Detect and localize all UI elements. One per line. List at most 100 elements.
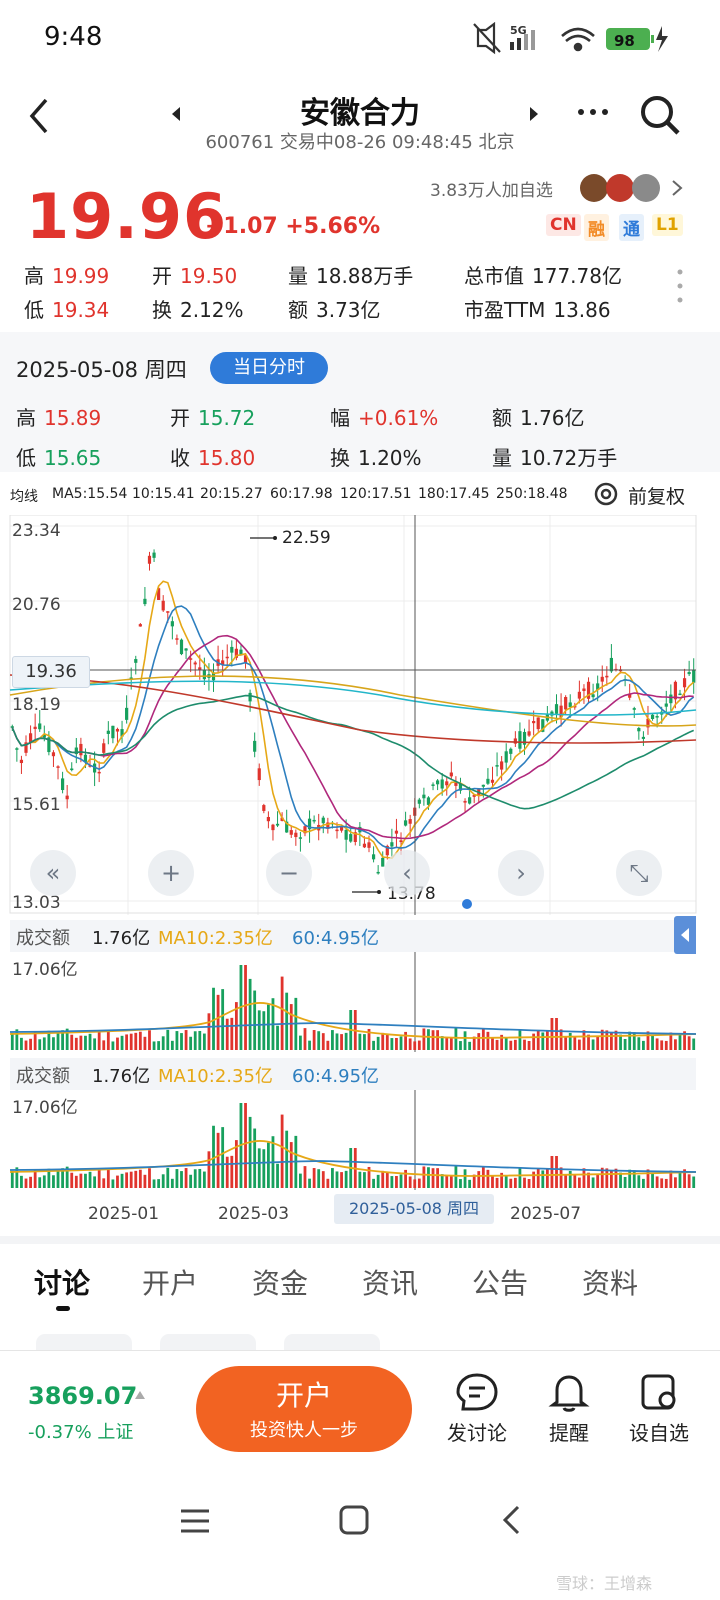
home-icon[interactable] (338, 1504, 370, 1536)
candle-body (275, 823, 280, 826)
avatar (632, 174, 660, 202)
chat-bubble-icon (456, 1373, 498, 1411)
y-tick-label: 18.19 (12, 695, 61, 715)
volume-bar (395, 1037, 398, 1050)
more-button[interactable] (576, 102, 610, 122)
candle-body (271, 824, 275, 831)
volume-bar (399, 1174, 403, 1188)
ma-legend-prefix: 均线 (10, 489, 38, 505)
volume-bar (111, 1179, 115, 1188)
volume-bar (509, 1178, 513, 1188)
collapse-indicator-button[interactable] (674, 916, 696, 954)
candle-body (564, 697, 568, 710)
index-value[interactable]: 3869.07 (28, 1382, 137, 1410)
zoom-out-button[interactable]: − (266, 850, 312, 896)
volume-bar (248, 1116, 252, 1188)
volume-bar (20, 1037, 23, 1050)
candle-body (152, 552, 156, 558)
tab-discussion[interactable]: 讨论 (34, 1262, 90, 1302)
adjust-label: 前复权 (628, 486, 686, 508)
badge-connect[interactable]: 通 (619, 214, 644, 241)
volume-chart-1[interactable] (0, 952, 720, 1052)
volume-bar (486, 1169, 490, 1188)
candle-body (468, 797, 472, 804)
fullscreen-button[interactable]: ⤡ (616, 850, 662, 896)
candle-body (554, 704, 559, 714)
post-discussion-button[interactable]: 发讨论 (432, 1372, 522, 1446)
volume-bar (79, 1173, 83, 1188)
intraday-button[interactable]: 当日分时 (210, 352, 328, 384)
expand-stats-button[interactable] (676, 268, 684, 304)
tab-profile[interactable]: 资料 (582, 1262, 638, 1302)
volume-bar (413, 1179, 417, 1188)
volume-bar (248, 978, 252, 1050)
candle-body (669, 694, 673, 704)
volume-bar (42, 1037, 46, 1050)
scroll-left-button[interactable]: « (30, 850, 76, 896)
volume-bar (417, 1040, 421, 1050)
volume-bar (417, 1178, 421, 1188)
remind-button[interactable]: 提醒 (524, 1372, 614, 1446)
candle-body (605, 675, 609, 678)
volume-bar (358, 1171, 362, 1188)
candle-body (637, 728, 641, 732)
menu-icon[interactable] (178, 1506, 212, 1536)
volume-bar (198, 1168, 202, 1188)
volume-bar (257, 1010, 261, 1050)
step-left-button[interactable]: ‹ (384, 850, 430, 896)
step-right-button[interactable]: › (498, 850, 544, 896)
volume-bar (642, 1040, 645, 1050)
follower-avatars[interactable] (578, 172, 662, 204)
candle-body (390, 842, 394, 847)
followers-chevron-icon[interactable] (670, 178, 684, 198)
volume-bar (513, 1177, 517, 1188)
volume-bar (175, 1169, 179, 1188)
add-watchlist-button[interactable]: 设自选 (614, 1372, 704, 1446)
candle-body (463, 801, 467, 803)
section-divider (0, 1236, 720, 1244)
volume-bar (180, 1171, 183, 1188)
volume-bar (79, 1035, 83, 1050)
zoom-in-button[interactable]: + (148, 850, 194, 896)
volume-bar (468, 1179, 472, 1188)
volume-bar (74, 1037, 78, 1050)
volume-bar (678, 1034, 682, 1050)
chevron-right-icon: › (516, 859, 526, 887)
badge-cn[interactable]: CN (546, 214, 581, 236)
volume-bar (253, 990, 257, 1050)
tab-funds[interactable]: 资金 (252, 1262, 308, 1302)
candle-body (664, 703, 668, 707)
candle-body (481, 784, 485, 787)
candle-body (495, 765, 499, 767)
tab-open-account[interactable]: 开户 (142, 1262, 198, 1302)
volume-bar (289, 1004, 293, 1050)
volume-bar (536, 1168, 540, 1188)
search-button[interactable] (638, 93, 682, 137)
tab-announcements[interactable]: 公告 (472, 1262, 528, 1302)
adjust-button[interactable]: 前复权 (592, 480, 692, 510)
volume-bar (20, 1175, 23, 1188)
tab-news[interactable]: 资讯 (362, 1262, 418, 1302)
ma120-value: 120:17.51 (340, 486, 412, 502)
volume-bar (655, 1176, 659, 1188)
volume-bar (692, 1038, 696, 1050)
candle-body (609, 657, 613, 672)
candle-body (536, 717, 540, 730)
system-back-icon[interactable] (500, 1504, 524, 1536)
volume-bar (262, 1011, 266, 1050)
volume-bar (97, 1030, 101, 1050)
open-account-button[interactable]: 开户 投资快人一步 (196, 1366, 412, 1452)
volume-bar (244, 965, 247, 1050)
badge-l1[interactable]: L1 (652, 214, 683, 236)
candle-body (349, 834, 353, 842)
volume-bar (184, 1030, 188, 1050)
candle-body (335, 829, 339, 832)
volume-bar (148, 1030, 151, 1050)
volume-chart-2[interactable] (0, 1090, 720, 1190)
badge-margin[interactable]: 融 (584, 214, 609, 241)
candlestick-chart[interactable] (0, 515, 720, 915)
volume-bar (331, 1030, 334, 1050)
volume-bar (340, 1034, 343, 1050)
volume-bar (568, 1170, 572, 1188)
next-stock-button[interactable] (526, 104, 542, 124)
